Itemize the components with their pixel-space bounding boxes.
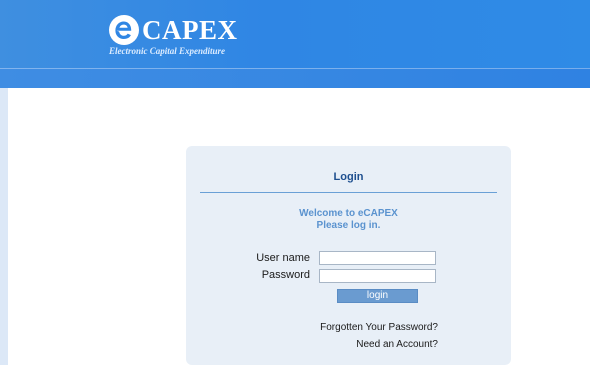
logo-tagline: Electronic Capital Expenditure (109, 46, 226, 56)
login-panel: Login Welcome to eCAPEX Please log in. U… (186, 146, 511, 365)
need-account-link[interactable]: Need an Account? (356, 339, 438, 350)
ecapex-logo: CAPEX Electronic Capital Expenditure (108, 12, 258, 60)
welcome-line-1: Welcome to eCAPEX (299, 208, 398, 219)
forgot-password-link[interactable]: Forgotten Your Password? (320, 322, 438, 333)
welcome-message: Welcome to eCAPEX Please log in. (186, 208, 511, 232)
site-header: CAPEX Electronic Capital Expenditure (0, 0, 590, 88)
password-label: Password (261, 269, 310, 281)
header-band (0, 68, 590, 88)
login-button[interactable]: login (337, 289, 418, 303)
left-edge-strip (0, 88, 8, 365)
login-title: Login (333, 171, 364, 183)
title-divider (200, 192, 497, 193)
login-page: CAPEX Electronic Capital Expenditure Log… (0, 0, 590, 365)
welcome-line-2: Please log in. (316, 220, 381, 231)
username-label: User name (256, 252, 310, 264)
password-input[interactable] (319, 269, 436, 283)
e-logo-icon (109, 15, 139, 45)
username-input[interactable] (319, 251, 436, 265)
logo-text: CAPEX (142, 15, 238, 45)
